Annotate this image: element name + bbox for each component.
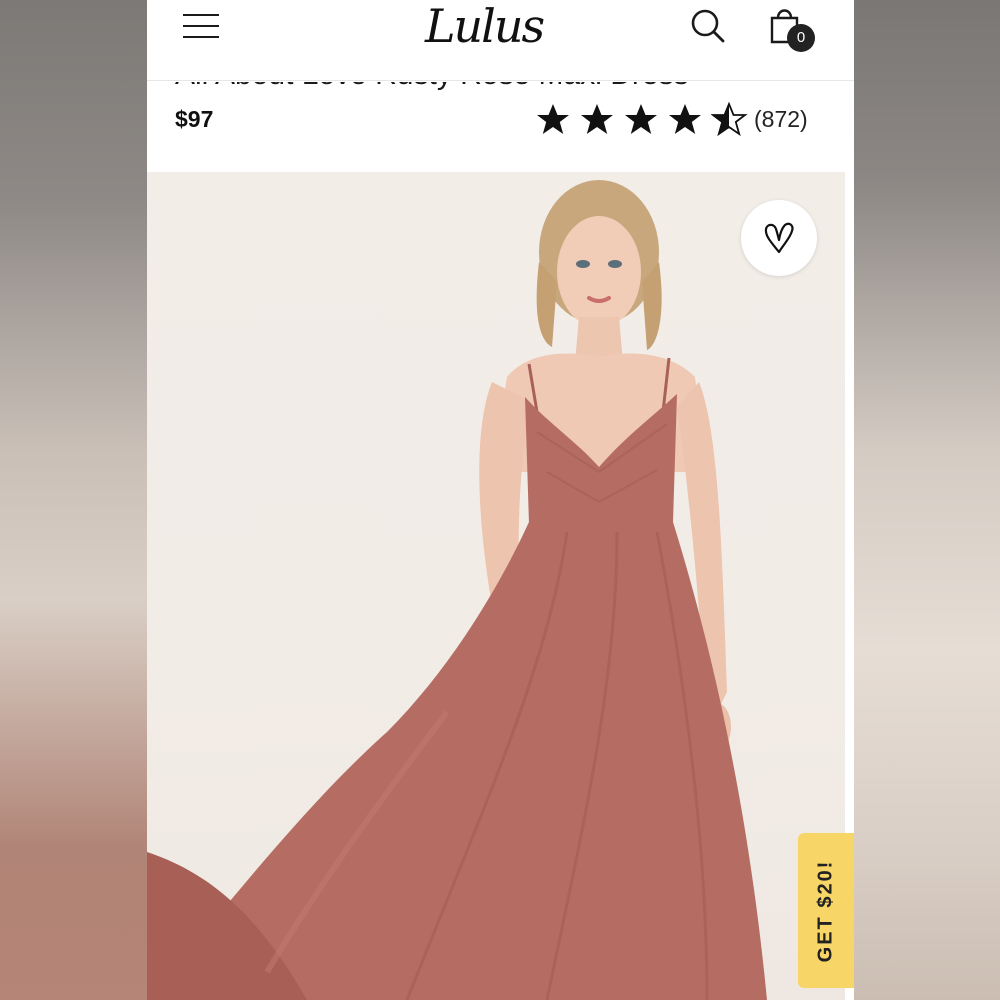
star-full-icon	[669, 104, 701, 134]
star-rating[interactable]	[535, 102, 755, 138]
promo-tab[interactable]: GET $20!	[798, 833, 854, 988]
promo-label: GET $20!	[814, 859, 837, 963]
product-image[interactable]	[147, 172, 845, 1000]
review-count[interactable]: (872)	[754, 106, 808, 133]
star-full-icon	[581, 104, 613, 134]
star-half-icon	[711, 102, 748, 137]
search-icon[interactable]	[690, 8, 726, 44]
hamburger-menu-icon[interactable]	[183, 12, 219, 40]
site-logo[interactable]: Lulus	[425, 0, 565, 56]
backdrop-left	[0, 0, 147, 1000]
cart-count-badge[interactable]: 0	[787, 24, 815, 52]
star-full-icon	[537, 104, 569, 134]
dress-model-illustration	[147, 180, 767, 1000]
phone-screen: Lulus 0 All About Love Rusty Rose Maxi D…	[147, 0, 854, 1000]
product-price: $97	[175, 106, 214, 132]
top-navigation-bar: Lulus 0	[147, 0, 854, 78]
favorite-button[interactable]	[741, 200, 817, 276]
header-divider	[147, 80, 854, 81]
star-full-icon	[625, 104, 657, 134]
heart-icon	[764, 222, 794, 254]
backdrop-right	[854, 0, 1000, 1000]
